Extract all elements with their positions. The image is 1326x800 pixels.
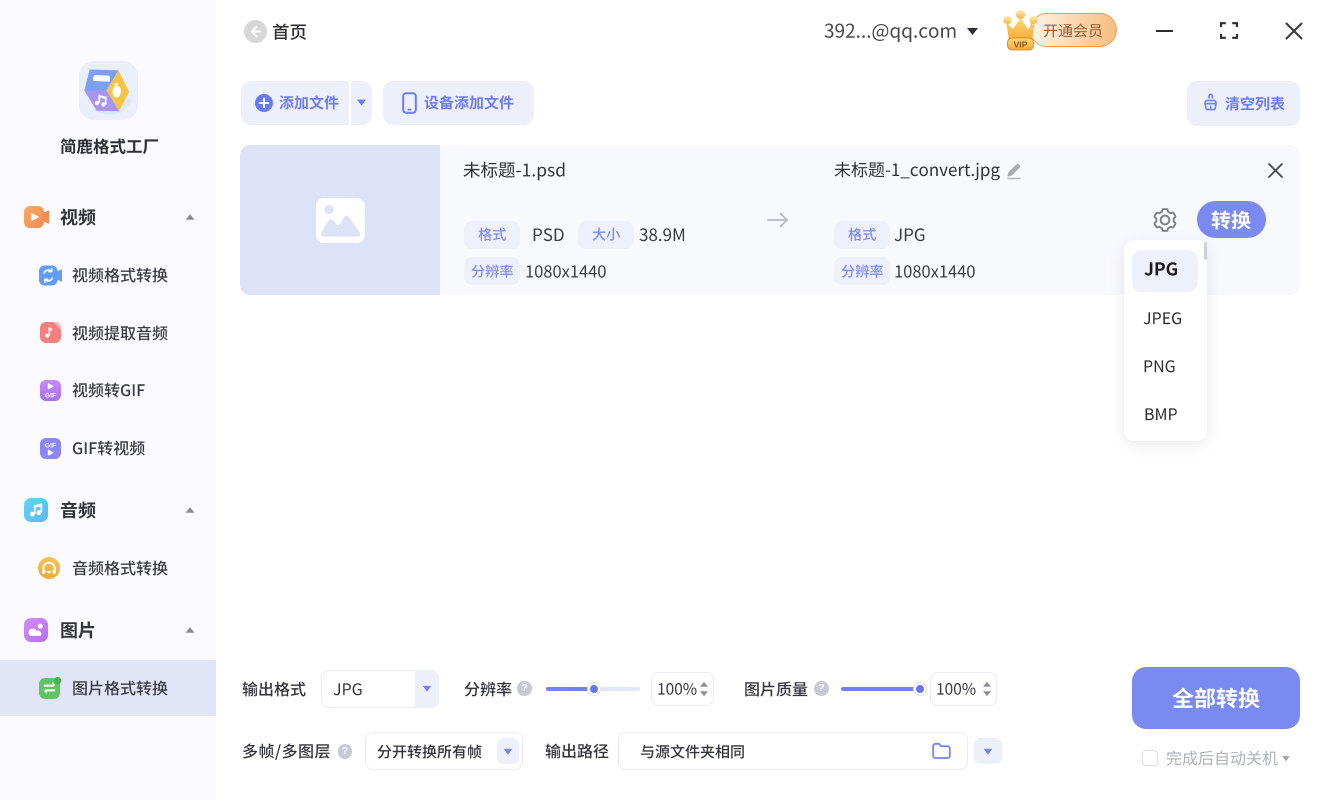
svg-text:GIF: GIF [45, 392, 56, 399]
svg-text:VIP: VIP [1014, 40, 1028, 50]
svg-text:GIF: GIF [45, 442, 56, 449]
